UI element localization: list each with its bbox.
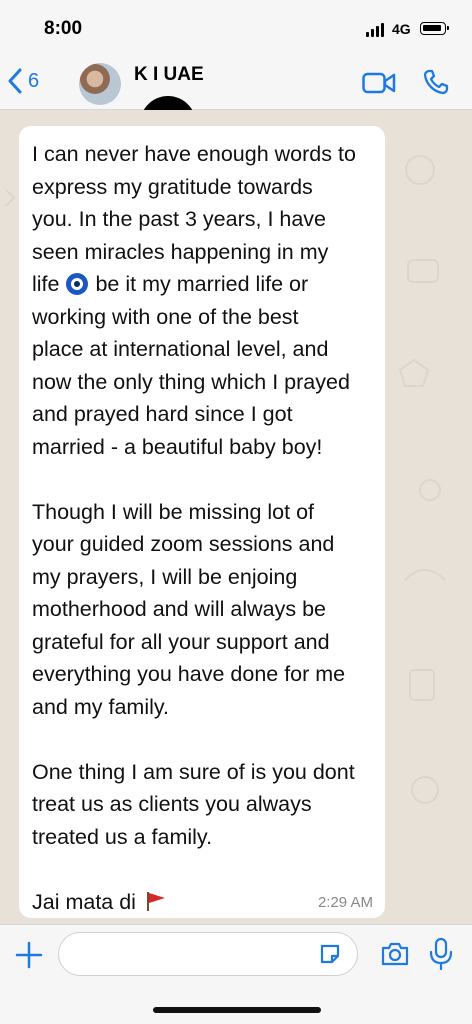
message-bubble[interactable]: I can never have enough words to express… <box>19 126 385 918</box>
camera-icon[interactable] <box>380 941 410 967</box>
plus-icon[interactable] <box>14 940 44 970</box>
avatar[interactable] <box>79 63 121 105</box>
unread-count: 6 <box>28 69 40 92</box>
contact-name[interactable]: K I UAE <box>134 64 204 86</box>
message-paragraph: One thing I am sure of is you dont treat… <box>32 759 355 849</box>
phone-icon[interactable] <box>423 69 449 95</box>
signal-strength-icon <box>366 23 388 37</box>
chat-area[interactable]: I can never have enough words to express… <box>0 110 472 924</box>
back-button[interactable]: 6 <box>8 66 58 96</box>
back-chevron-icon <box>8 68 22 94</box>
message-input[interactable] <box>58 932 358 976</box>
message-paragraph: Though I will be missing lot of your gui… <box>32 499 346 719</box>
home-indicator[interactable] <box>153 1007 321 1013</box>
microphone-icon[interactable] <box>428 937 454 971</box>
chat-header: 6 K I UAE <box>0 56 472 162</box>
sticker-icon[interactable] <box>318 942 342 966</box>
status-time: 8:00 <box>44 18 83 39</box>
battery-icon <box>420 22 449 35</box>
message-timestamp: 2:29 AM <box>317 894 373 911</box>
video-call-icon[interactable] <box>362 72 396 94</box>
nazar-amulet-icon <box>66 273 89 295</box>
network-type: 4G <box>392 21 411 37</box>
message-paragraph: I can never have enough words to express… <box>32 142 356 459</box>
status-bar: 8:00 4G <box>0 0 472 56</box>
triangular-flag-icon <box>146 891 165 911</box>
